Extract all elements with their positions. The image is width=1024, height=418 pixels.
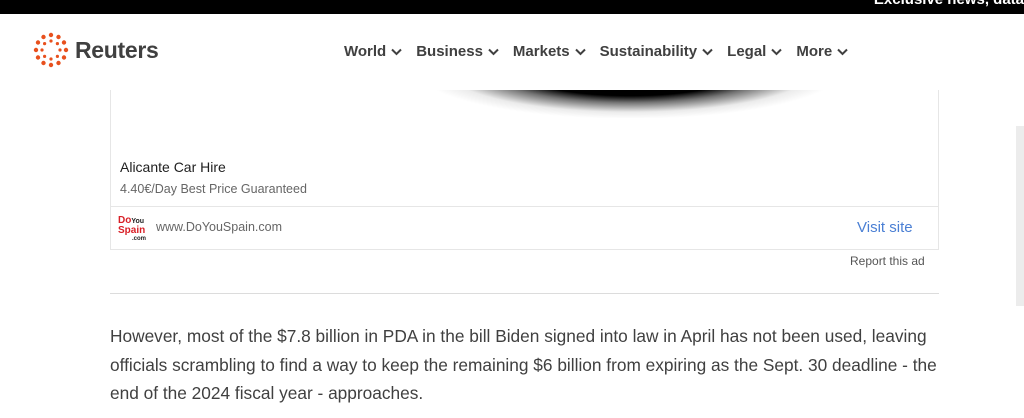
reuters-logo[interactable]: Reuters	[33, 32, 159, 68]
nav-legal-label: Legal	[727, 43, 767, 60]
nav-business-label: Business	[416, 43, 483, 60]
nav-sustainability[interactable]: Sustainability	[600, 43, 714, 60]
chevron-down-icon	[391, 48, 402, 55]
content-separator	[110, 293, 939, 294]
top-banner-text: Exclusive news, data	[874, 0, 1024, 8]
nav-markets-label: Markets	[512, 43, 570, 60]
nav-world-label: World	[344, 43, 387, 60]
nav-world[interactable]: World	[344, 43, 402, 60]
nav-more[interactable]: More	[796, 43, 848, 60]
nav-more-label: More	[796, 43, 833, 60]
nav-sustainability-label: Sustainability	[599, 43, 698, 60]
article-paragraph: However, most of the $7.8 billion in PDA…	[110, 326, 937, 403]
report-ad-link[interactable]: Report this ad	[850, 254, 925, 268]
top-banner: Exclusive news, data	[0, 0, 1024, 14]
reuters-logo-icon	[33, 32, 69, 68]
chevron-down-icon	[488, 48, 499, 55]
ad-logo-you: You	[131, 218, 145, 225]
nav-legal[interactable]: Legal	[727, 43, 783, 60]
ad-logo-com: .com	[132, 236, 147, 242]
logo-text: Reuters	[75, 36, 159, 63]
doyouspain-logo: DoYou Spain .com	[118, 216, 148, 243]
chevron-down-icon	[837, 48, 848, 55]
chevron-down-icon	[771, 48, 783, 55]
nav-markets[interactable]: Markets	[513, 43, 586, 60]
ad-url[interactable]: www.DoYouSpain.com	[156, 220, 282, 234]
main-nav: World Business Markets Sustainability Le…	[344, 43, 862, 60]
ad-logo-spain: Spain	[118, 225, 146, 236]
scrollbar[interactable]	[1016, 126, 1024, 306]
visit-site-button[interactable]: Visit site	[857, 219, 913, 236]
ad-title[interactable]: Alicante Car Hire	[120, 159, 226, 175]
site-header: Reuters World Business Markets Sustainab…	[0, 14, 1024, 90]
ad-divider	[110, 206, 939, 207]
chevron-down-icon	[574, 48, 586, 55]
ad-description: 4.40€/Day Best Price Guaranteed	[120, 182, 307, 196]
chevron-down-icon	[702, 48, 713, 55]
nav-business[interactable]: Business	[416, 43, 499, 60]
